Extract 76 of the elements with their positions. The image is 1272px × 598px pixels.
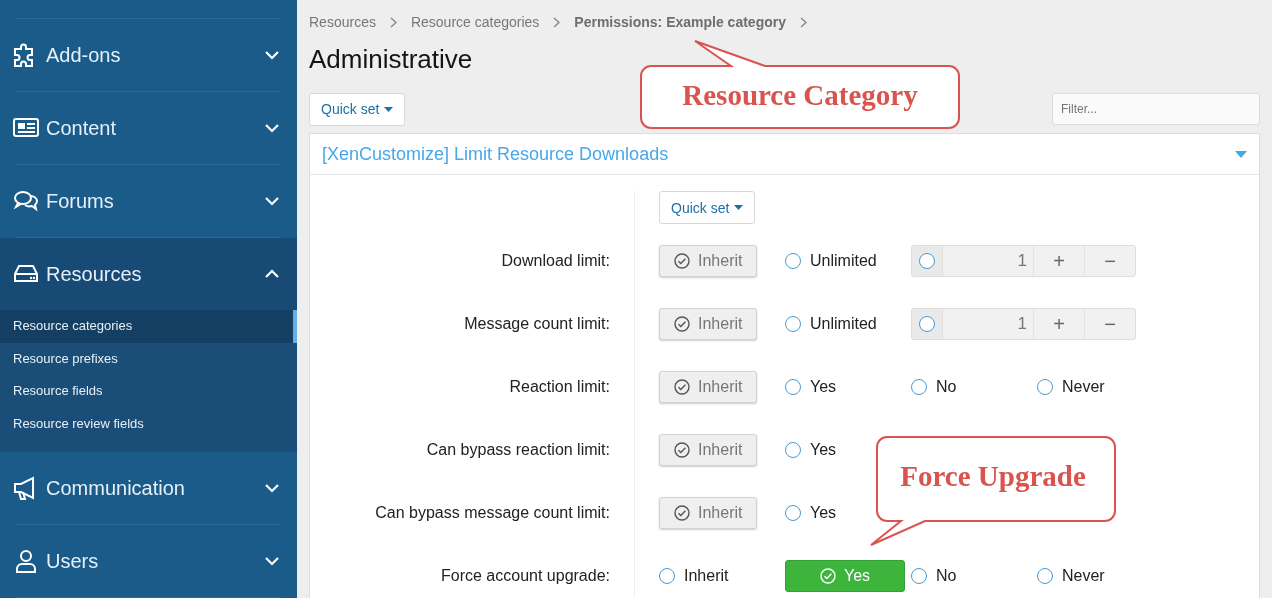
radio-button[interactable] [785, 252, 801, 269]
sidebar-item[interactable]: Content [0, 92, 297, 164]
breadcrumb-link[interactable]: Permissions: Example category [574, 14, 786, 30]
chevron-down-icon [265, 556, 279, 566]
sidebar-link[interactable]: Resource prefixes [0, 342, 297, 375]
chevron-down-icon [265, 483, 279, 493]
permission-label: Force account upgrade: [310, 544, 635, 598]
permission-label: Reaction limit: [310, 355, 635, 418]
permission-label: Message count limit: [310, 292, 635, 355]
sidebar-item[interactable]: Users [0, 525, 297, 597]
radio-button[interactable] [919, 315, 935, 332]
permission-label: Download limit: [310, 229, 635, 292]
filter-field[interactable]: Filter... [1052, 93, 1260, 125]
option-button[interactable]: Inherit [659, 307, 758, 340]
sidebar-item[interactable]: Add-ons [0, 19, 297, 91]
check-circle-icon [820, 567, 836, 584]
decrement-button[interactable]: − [1084, 308, 1135, 339]
radio-button[interactable] [919, 252, 935, 269]
chevron-right-icon [553, 16, 561, 28]
section-title[interactable]: [XenCustomize] Limit Resource Downloads [322, 143, 669, 165]
option-label: Never [1062, 377, 1105, 396]
number-field[interactable]: 1 + − [911, 244, 1136, 277]
option-label: Never [1062, 566, 1105, 585]
quick-set-button[interactable]: Quick set [659, 191, 756, 224]
sidebar-item[interactable]: Communication [0, 452, 297, 524]
decrement-button[interactable]: − [1084, 245, 1135, 276]
sidebar-link[interactable]: Resource fields [0, 375, 297, 408]
chevron-down-icon [265, 123, 279, 133]
increment-button[interactable]: + [1033, 308, 1084, 339]
caret-down-icon [734, 205, 744, 210]
permission-label: Can bypass reaction limit: [310, 418, 635, 481]
sidebar-link[interactable]: Resource review fields [0, 407, 297, 440]
radio-button[interactable] [659, 567, 675, 584]
radio-button[interactable] [911, 567, 927, 584]
page-title: Administrative [309, 44, 474, 76]
radio-button[interactable] [911, 378, 927, 395]
check-circle-icon [674, 441, 690, 458]
chevron-right-icon [800, 16, 807, 28]
radio-button[interactable] [785, 315, 801, 332]
sidebar-link[interactable]: Resource categories [0, 310, 297, 343]
option-label: Yes [810, 377, 837, 396]
option-button[interactable]: Inherit [659, 244, 758, 277]
breadcrumb-link[interactable]: Resource categories [410, 14, 540, 30]
check-circle-icon [674, 252, 690, 269]
option-button[interactable]: Inherit [659, 496, 758, 529]
number-field[interactable]: 1 + − [911, 307, 1136, 340]
breadcrumb-link[interactable]: Resources [309, 14, 376, 30]
chevron-right-icon [389, 16, 397, 28]
option-label: No [936, 377, 957, 396]
check-circle-icon [674, 504, 690, 521]
chevron-down-icon [265, 50, 279, 60]
sidebar-item[interactable]: Forums [0, 165, 297, 237]
callout-text: Force Upgrade [900, 459, 1086, 493]
radio-button[interactable] [1037, 378, 1053, 395]
option-label: Yes [810, 440, 837, 459]
radio-button[interactable] [785, 378, 801, 395]
callout-text: Resource Category [682, 78, 918, 112]
chevron-down-icon [265, 196, 279, 206]
option-label: Unlimited [810, 251, 877, 270]
option-button[interactable]: Inherit [659, 433, 758, 466]
radio-button[interactable] [785, 441, 801, 458]
check-circle-icon [674, 315, 690, 332]
option-label: Yes [810, 503, 837, 522]
radio-button[interactable] [1037, 567, 1053, 584]
option-button[interactable]: Inherit [659, 370, 758, 403]
option-label: No [936, 566, 957, 585]
radio-button[interactable] [785, 504, 801, 521]
option-label: Unlimited [810, 314, 877, 333]
check-circle-icon [674, 378, 690, 395]
permission-label: Can bypass message count limit: [310, 481, 635, 544]
option-button[interactable]: Yes [785, 559, 906, 592]
option-label: Inherit [684, 566, 729, 585]
quick-set-button[interactable]: Quick set [309, 92, 406, 126]
increment-button[interactable]: + [1033, 245, 1084, 276]
caret-down-icon [384, 106, 394, 112]
chevron-up-icon [265, 269, 279, 279]
